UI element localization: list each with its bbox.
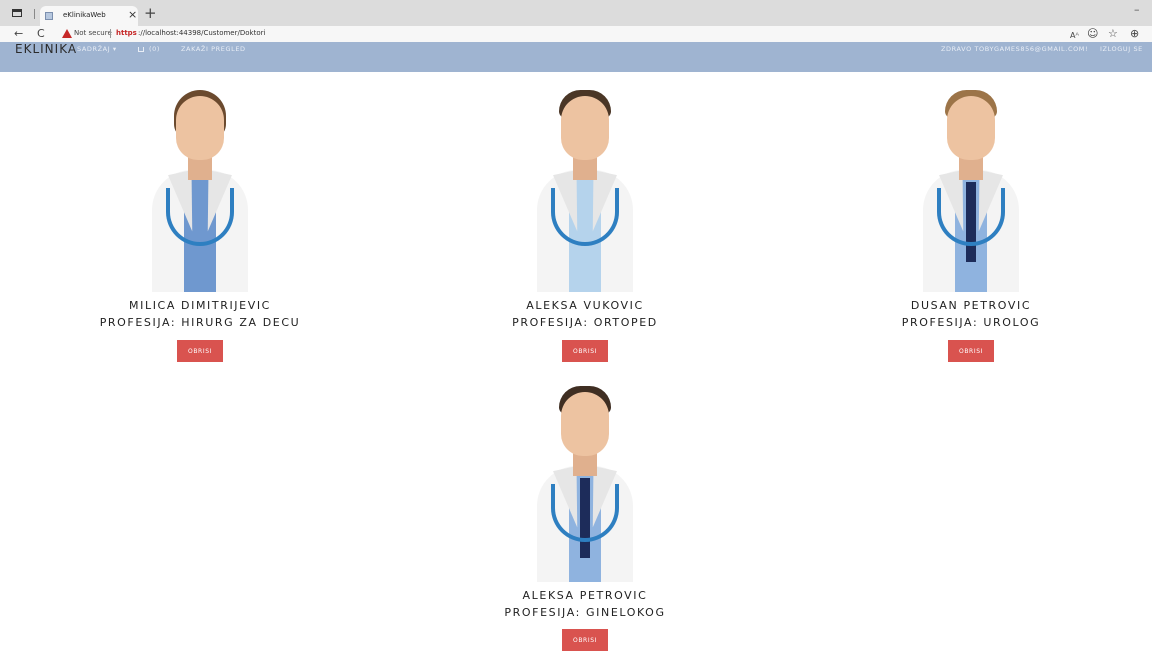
doctor-name: ALEKSA VUKOVIC	[526, 299, 644, 312]
doctor-photo	[523, 380, 647, 582]
doctor-card: MILICA DIMITRIJEVIC PROFESIJA: HIRURG ZA…	[80, 84, 320, 362]
read-aloud-icon[interactable]: Aᴬ	[1070, 29, 1079, 43]
menu-sadrzaj[interactable]: SADRŽAJ ▾	[77, 45, 117, 53]
doctor-name: ALEKSA PETROVIC	[522, 589, 648, 602]
security-warning[interactable]: Not secure	[74, 29, 112, 37]
doctor-card: DUSAN PETROVIC PROFESIJA: UROLOG OBRISI	[851, 84, 1091, 362]
warning-icon	[62, 29, 72, 38]
window-menu-icon[interactable]	[12, 9, 22, 17]
collections-icon[interactable]: ⊕	[1130, 27, 1139, 41]
tab-close-icon[interactable]: ×	[128, 8, 137, 22]
delete-button[interactable]: OBRISI	[177, 340, 223, 362]
tab-title: eKlinikaWeb	[63, 11, 106, 19]
cart-icon	[138, 47, 144, 52]
logout-link[interactable]: IZLOGUJ SE	[1100, 45, 1143, 53]
browser-settings-icon[interactable]: ☺	[1087, 27, 1098, 41]
delete-button[interactable]: OBRISI	[562, 629, 608, 651]
delete-button[interactable]: OBRISI	[562, 340, 608, 362]
doctor-profession: PROFESIJA: UROLOG	[901, 316, 1041, 329]
refresh-icon[interactable]: C	[37, 27, 45, 41]
doctor-photo	[523, 84, 647, 292]
tab-favicon-icon	[45, 12, 53, 20]
doctor-name: DUSAN PETROVIC	[910, 299, 1032, 312]
cart-count: (0)	[149, 45, 161, 53]
url-separator	[110, 29, 111, 38]
brand-logo[interactable]: EKLINIKA	[15, 42, 77, 56]
user-greeting[interactable]: ZDRAVO TOBYGAMES856@GMAIL.COM!	[941, 45, 1088, 53]
new-tab-icon[interactable]: +	[144, 6, 157, 21]
menu-zakazi-pregled[interactable]: ZAKAŽI PREGLED	[181, 45, 246, 53]
cart-link[interactable]: (0)	[138, 45, 160, 53]
doctor-name: MILICA DIMITRIJEVIC	[129, 299, 271, 312]
doctor-card: ALEKSA VUKOVIC PROFESIJA: ORTOPED OBRISI	[465, 84, 705, 362]
back-icon[interactable]: ←	[14, 27, 23, 41]
tab-separator	[34, 9, 35, 19]
site-navbar: EKLINIKA SADRŽAJ ▾ (0) ZAKAŽI PREGLED ZD…	[0, 42, 1152, 72]
url-protocol[interactable]: https	[116, 29, 137, 37]
doctor-profession: PROFESIJA: HIRURG ZA DECU	[99, 316, 301, 329]
url-path[interactable]: ://localhost:44398/Customer/Doktori	[138, 29, 265, 37]
favorites-icon[interactable]: ☆	[1108, 27, 1118, 41]
browser-address-bar: ← C Not secure https ://localhost:44398/…	[0, 26, 1152, 42]
doctor-profession: PROFESIJA: GINELOKOG	[504, 606, 666, 619]
doctor-photo	[909, 84, 1033, 292]
doctor-photo	[138, 84, 262, 292]
delete-button[interactable]: OBRISI	[948, 340, 994, 362]
minimize-icon[interactable]: –	[1134, 3, 1140, 16]
doctor-profession: PROFESIJA: ORTOPED	[512, 316, 658, 329]
doctor-card: ALEKSA PETROVIC PROFESIJA: GINELOKOG OBR…	[465, 380, 705, 651]
browser-tab-bar: eKlinikaWeb × + –	[0, 0, 1152, 26]
browser-tab[interactable]: eKlinikaWeb ×	[40, 6, 138, 26]
